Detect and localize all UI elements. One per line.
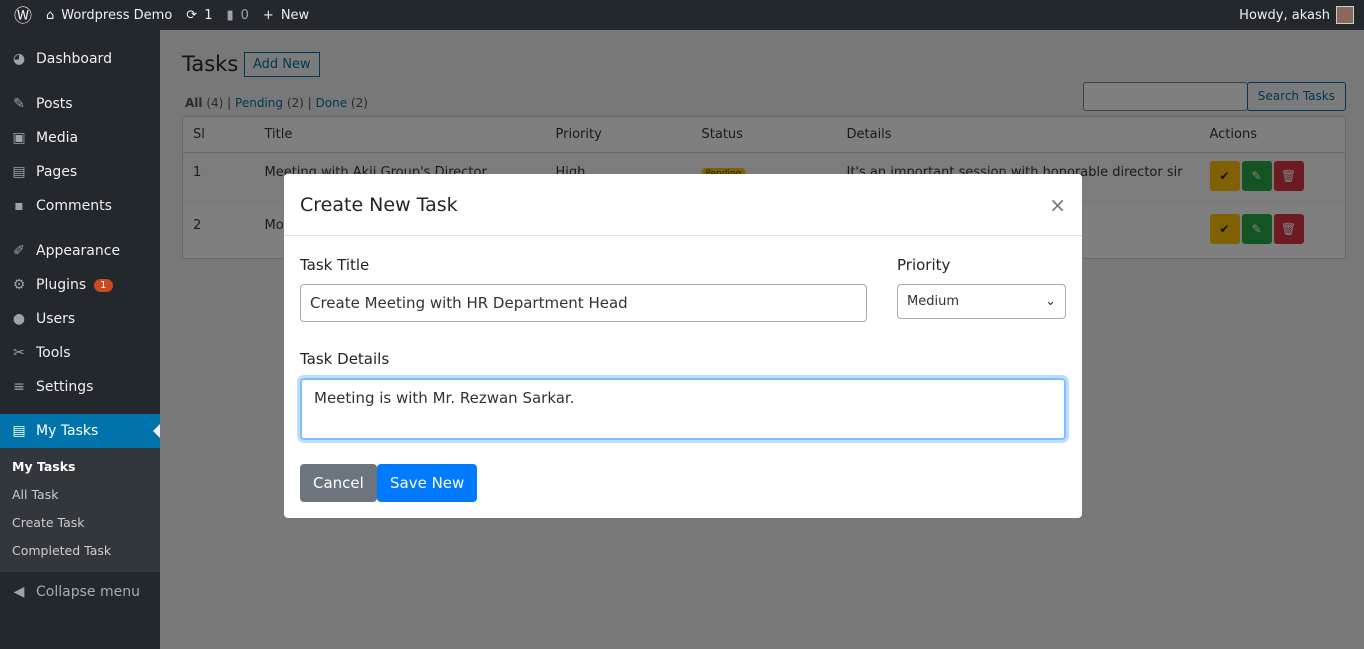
- sidebar-item-plugins[interactable]: ⚙ Plugins 1: [0, 268, 160, 302]
- settings-icon: ≡: [13, 379, 25, 395]
- sidebar-item-settings[interactable]: ≡ Settings: [0, 370, 160, 404]
- sidebar-item-media[interactable]: ▣ Media: [0, 121, 160, 155]
- plugin-update-badge: 1: [94, 278, 113, 292]
- comments-count: 0: [240, 7, 249, 23]
- label: Media: [36, 130, 79, 146]
- dashboard-icon: ◕: [12, 51, 26, 67]
- sidebar-item-posts[interactable]: ✎ Posts: [0, 87, 160, 121]
- label: Users: [36, 311, 76, 327]
- updates-count: 1: [204, 7, 213, 23]
- submenu-all-task[interactable]: All Task: [0, 482, 160, 510]
- save-new-button[interactable]: Save New: [377, 464, 478, 502]
- site-name: Wordpress Demo: [61, 7, 173, 23]
- home-icon: ⌂: [46, 7, 55, 23]
- account-menu[interactable]: Howdy, akash: [1239, 0, 1354, 30]
- wrench-icon: ✂: [13, 345, 25, 361]
- admin-bar: Ⓦ ⌂ Wordpress Demo ⟳ 1 ▮ 0 + New Howdy, akas…: [0, 0, 1364, 30]
- label: Settings: [36, 379, 94, 395]
- avatar: [1336, 6, 1354, 24]
- collapse-menu[interactable]: ◀ Collapse menu: [0, 572, 160, 612]
- refresh-icon: ⟳: [186, 7, 198, 23]
- label: Plugins: [36, 277, 87, 293]
- user-icon: ●: [12, 311, 26, 327]
- howdy-text: Howdy, akash: [1239, 7, 1330, 23]
- submenu-my-tasks[interactable]: My Tasks: [0, 454, 160, 482]
- pages-icon: ▤: [12, 164, 26, 180]
- submenu: My Tasks All Task Create Task Completed …: [0, 448, 160, 572]
- task-details-label: Task Details: [300, 350, 390, 368]
- site-link[interactable]: ⌂ Wordpress Demo: [46, 8, 172, 23]
- new-label: New: [280, 7, 310, 23]
- label: Appearance: [36, 243, 121, 259]
- task-title-input[interactable]: Create Meeting with HR Department Head: [300, 284, 867, 322]
- modal-title: Create New Task: [300, 193, 458, 216]
- label: Tools: [36, 345, 71, 361]
- task-details-textarea[interactable]: Meeting is with Mr. Rezwan Sarkar.: [300, 378, 1066, 440]
- priority-label: Priority: [897, 256, 951, 274]
- tasks-icon: ▤: [12, 423, 26, 439]
- label: Posts: [36, 96, 73, 112]
- sidebar-item-my-tasks[interactable]: ▤ My Tasks: [0, 414, 160, 448]
- updates-link[interactable]: ⟳ 1: [186, 8, 212, 23]
- brush-icon: ✐: [13, 243, 25, 259]
- close-icon[interactable]: ×: [1049, 193, 1066, 217]
- label: Comments: [36, 198, 112, 214]
- media-icon: ▣: [12, 130, 26, 146]
- submenu-create-task[interactable]: Create Task: [0, 510, 160, 538]
- create-task-modal: Create New Task × Task Title Create Meeti…: [284, 174, 1082, 518]
- submenu-completed-task[interactable]: Completed Task: [0, 538, 160, 566]
- wordpress-logo-icon[interactable]: Ⓦ: [14, 2, 32, 28]
- label: Dashboard: [36, 51, 112, 67]
- comment-icon: ▪: [14, 198, 24, 214]
- modal-header: Create New Task ×: [284, 174, 1082, 236]
- sidebar-item-pages[interactable]: ▤ Pages: [0, 155, 160, 189]
- label: Collapse menu: [36, 584, 140, 600]
- chevron-down-icon: ⌄: [1045, 294, 1056, 309]
- plus-icon: +: [262, 7, 274, 23]
- label: Pages: [36, 164, 78, 180]
- sidebar-item-users[interactable]: ● Users: [0, 302, 160, 336]
- new-link[interactable]: + New: [263, 8, 309, 23]
- pin-icon: ✎: [13, 96, 25, 112]
- priority-value: Medium: [907, 294, 959, 309]
- sidebar-item-comments[interactable]: ▪ Comments: [0, 189, 160, 223]
- sidebar-item-appearance[interactable]: ✐ Appearance: [0, 234, 160, 268]
- label: My Tasks: [36, 423, 99, 439]
- task-title-label: Task Title: [300, 256, 370, 274]
- sidebar: ◕ Dashboard ✎ Posts ▣ Media ▤ Pages ▪ Comment…: [0, 30, 160, 649]
- plugin-icon: ⚙: [12, 277, 26, 293]
- collapse-icon: ◀: [13, 584, 25, 600]
- priority-select[interactable]: Medium ⌄: [897, 284, 1066, 319]
- sidebar-item-tools[interactable]: ✂ Tools: [0, 336, 160, 370]
- comments-link[interactable]: ▮ 0: [226, 8, 248, 23]
- comment-icon: ▮: [226, 7, 234, 23]
- sidebar-item-dashboard[interactable]: ◕ Dashboard: [0, 42, 160, 76]
- cancel-button[interactable]: Cancel: [300, 464, 377, 502]
